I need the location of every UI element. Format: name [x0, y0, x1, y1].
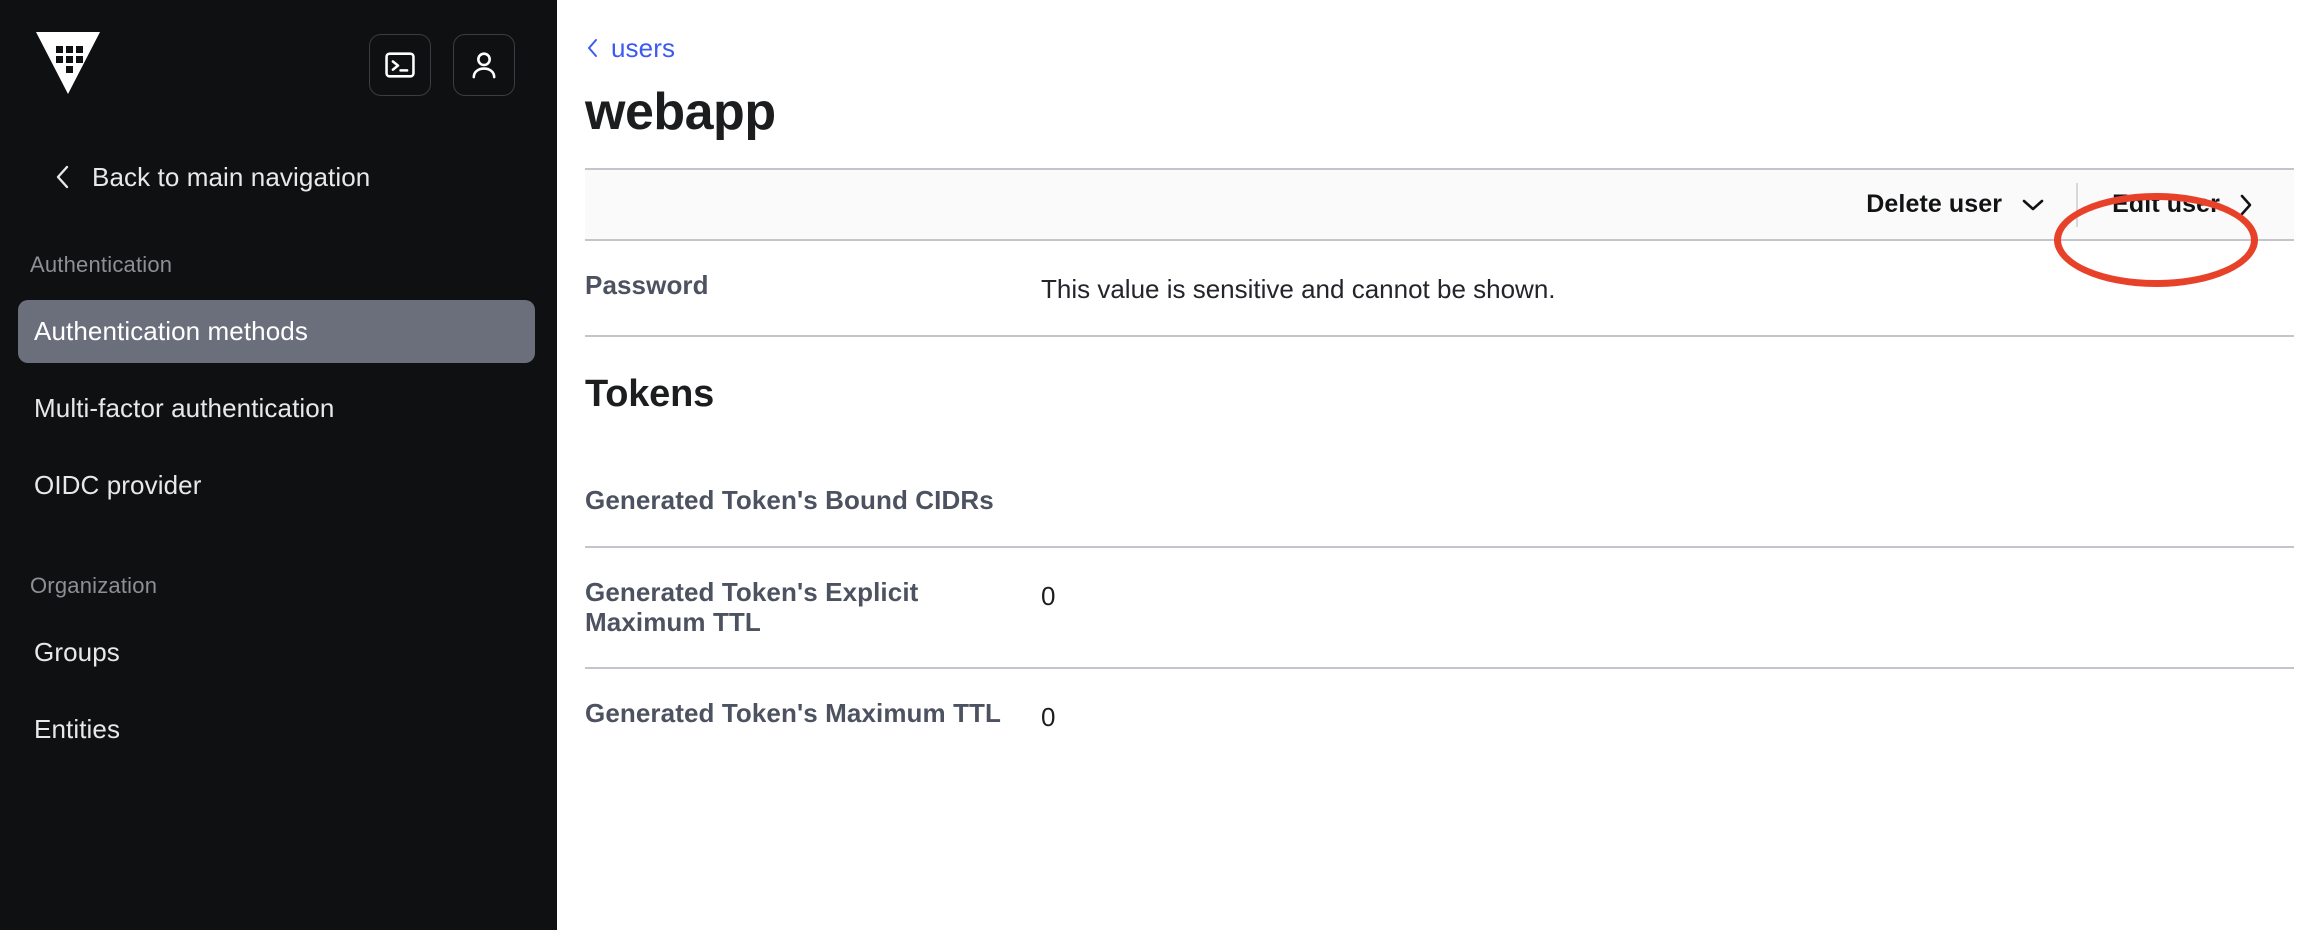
sidebar-section-title-organization: Organization [30, 573, 158, 598]
sidebar-section-title-authentication: Authentication [30, 252, 173, 277]
info-row-generated-tokens-bound-cidrs: Generated Token's Bound CIDRs [585, 456, 2294, 549]
sidebar-item-label: Authentication methods [34, 316, 308, 346]
user-menu-button[interactable] [453, 34, 515, 96]
edit-user-label: Edit user [2112, 190, 2220, 218]
terminal-icon [383, 48, 417, 82]
delete-user-label: Delete user [1866, 190, 2003, 218]
sidebar-item-groups[interactable]: Groups [18, 621, 535, 684]
back-to-main-navigation-label: Back to main navigation [92, 161, 371, 192]
info-row-value [1041, 486, 2294, 489]
sidebar-item-label: Groups [34, 637, 120, 667]
info-row-value: 0 [1041, 581, 1056, 612]
info-row-value: This value is sensitive and cannot be sh… [1041, 274, 1556, 304]
toolbar: Delete user Edit user [585, 168, 2294, 241]
info-row-label: Password [585, 270, 709, 300]
sidebar-section-authentication: Authentication Authentication methods Mu… [0, 252, 557, 517]
info-row-label: Generated Token's Explicit Maximum TTL [585, 577, 919, 637]
back-to-main-navigation-button[interactable]: Back to main navigation [0, 154, 557, 200]
chevron-left-icon [585, 36, 601, 60]
info-row-value: 0 [1041, 702, 1056, 733]
sidebar-item-label: Entities [34, 714, 121, 744]
edit-user-button[interactable]: Edit user [2078, 168, 2294, 241]
info-row-generated-tokens-explicit-maximum-ttl: Generated Token's Explicit Maximum TTL 0 [585, 548, 2294, 670]
user-icon [467, 48, 501, 82]
sidebar-header-actions [369, 24, 515, 96]
page-title: webapp [585, 83, 776, 141]
sidebar-item-multi-factor-authentication[interactable]: Multi-factor authentication [18, 377, 535, 440]
info-row-password: Password This value is sensitive and can… [585, 241, 2294, 338]
sidebar-item-authentication-methods[interactable]: Authentication methods [18, 300, 535, 363]
chevron-right-icon [2238, 192, 2254, 218]
delete-user-button[interactable]: Delete user [1836, 168, 2076, 241]
breadcrumb: users [585, 0, 2294, 63]
sidebar-item-label: Multi-factor authentication [34, 393, 335, 423]
vault-app-window: Back to main navigation Authentication A… [0, 0, 2308, 930]
info-row-label: Generated Token's Bound CIDRs [585, 485, 994, 516]
sidebar-item-entities[interactable]: Entities [18, 698, 535, 761]
chevron-down-icon [2020, 197, 2046, 213]
breadcrumb-link-users[interactable]: users [611, 33, 675, 64]
console-toggle-button[interactable] [369, 34, 431, 96]
info-row-label: Generated Token's Maximum TTL [585, 698, 1002, 729]
main-content: users webapp Delete user Edit user Passw… [557, 0, 2308, 930]
sidebar: Back to main navigation Authentication A… [0, 0, 557, 930]
sidebar-section-organization: Organization Groups Entities [0, 573, 557, 761]
info-row-generated-tokens-maximum-ttl: Generated Token's Maximum TTL 0 [585, 669, 2294, 763]
chevron-left-icon [52, 162, 74, 192]
vault-logo[interactable] [30, 24, 106, 100]
sidebar-item-oidc-provider[interactable]: OIDC provider [18, 454, 535, 517]
sidebar-header [0, 0, 557, 130]
section-heading-tokens: Tokens [585, 373, 715, 416]
sidebar-item-label: OIDC provider [34, 470, 202, 500]
